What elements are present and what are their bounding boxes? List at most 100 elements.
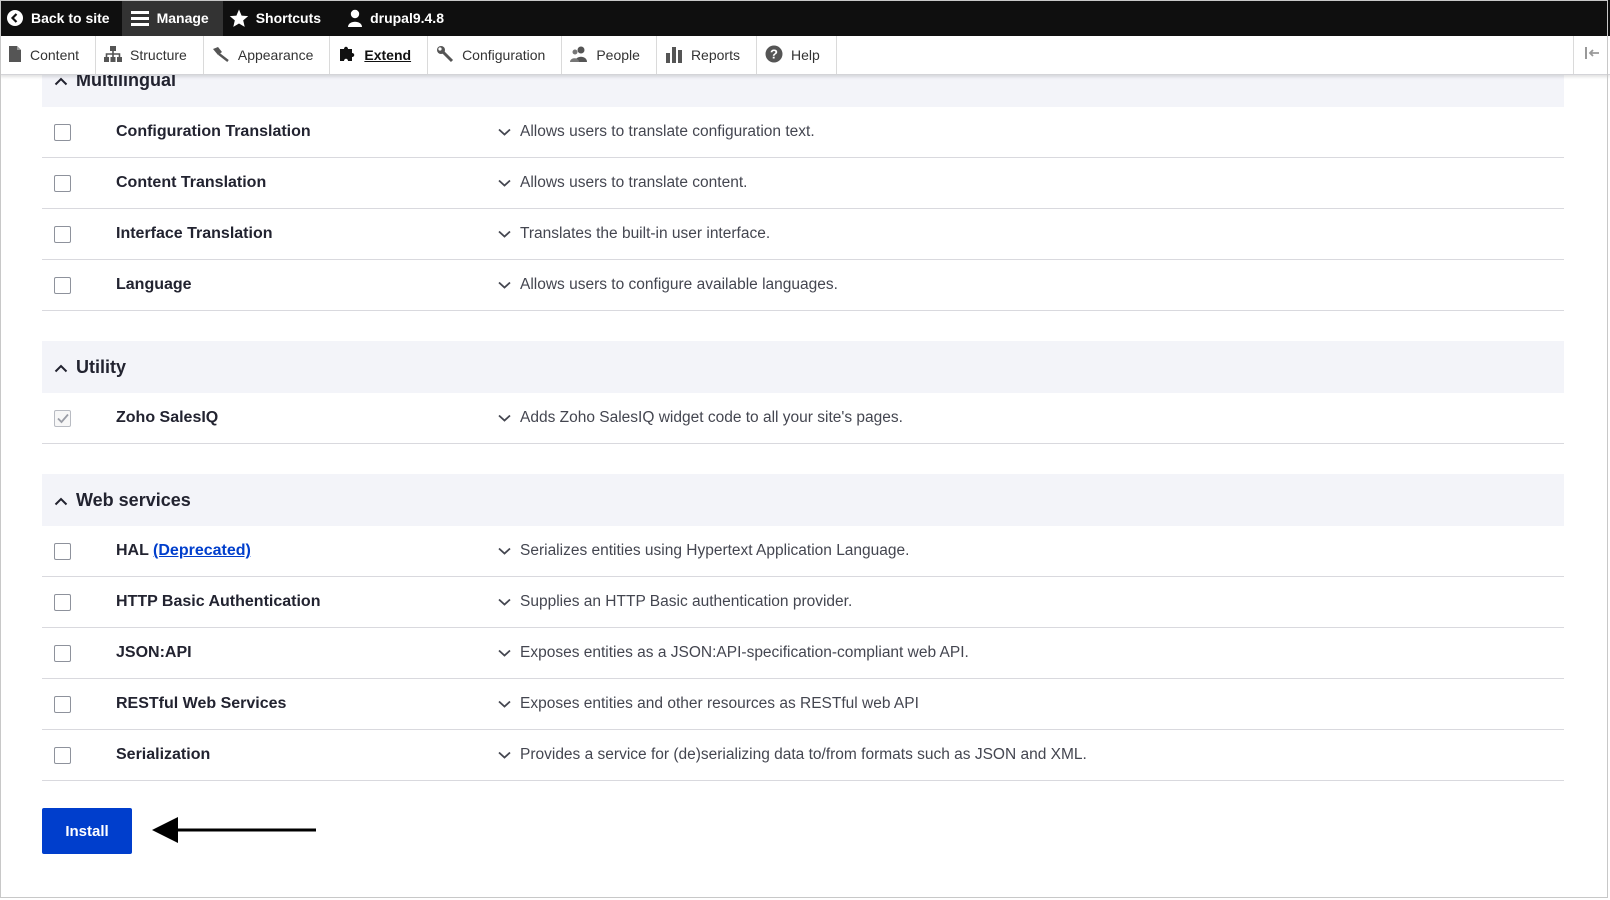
module-name: HAL (Deprecated) bbox=[116, 542, 251, 560]
install-button[interactable]: Install bbox=[42, 808, 132, 854]
module-description-toggle[interactable]: Translates the built-in user interface. bbox=[498, 225, 770, 243]
user-icon bbox=[347, 9, 363, 27]
module-name: Content Translation bbox=[116, 174, 267, 191]
wrench-icon bbox=[436, 45, 454, 66]
module-checkbox[interactable] bbox=[54, 123, 71, 141]
module-description: Provides a service for (de)serializing d… bbox=[520, 746, 1087, 763]
tray-item-label: Structure bbox=[130, 47, 187, 63]
chevron-up-icon bbox=[54, 357, 68, 378]
manage-label: Manage bbox=[156, 10, 209, 26]
tray-item-content[interactable]: Content bbox=[0, 36, 97, 74]
module-name: Configuration Translation bbox=[116, 123, 311, 140]
module-description: Exposes entities and other resources as … bbox=[520, 695, 919, 712]
bar-chart-icon bbox=[665, 45, 683, 66]
module-checkbox-checked[interactable] bbox=[54, 409, 71, 427]
module-description-toggle[interactable]: Exposes entities as a JSON:API-specifica… bbox=[498, 644, 969, 662]
file-icon bbox=[8, 45, 22, 65]
group-header-utility[interactable]: Utility bbox=[42, 341, 1564, 393]
module-list: Multilingual Configuration Translation A… bbox=[42, 70, 1564, 781]
module-row: Language Allows users to configure avail… bbox=[42, 260, 1564, 311]
sitemap-icon bbox=[104, 45, 123, 65]
svg-text:?: ? bbox=[770, 46, 778, 61]
chevron-down-icon bbox=[498, 276, 511, 294]
hamburger-icon bbox=[130, 9, 150, 27]
module-description-toggle[interactable]: Supplies an HTTP Basic authentication pr… bbox=[498, 593, 852, 611]
module-checkbox[interactable] bbox=[54, 695, 71, 713]
module-description-toggle[interactable]: Allows users to translate content. bbox=[498, 174, 747, 192]
module-description-toggle[interactable]: Allows users to translate configuration … bbox=[498, 123, 815, 141]
puzzle-icon bbox=[338, 45, 356, 66]
group-title: Web services bbox=[76, 489, 191, 510]
module-checkbox[interactable] bbox=[54, 644, 71, 662]
tray-item-label: Extend bbox=[364, 47, 412, 63]
user-tab[interactable]: drupal9.4.8 bbox=[333, 0, 456, 36]
user-label: drupal9.4.8 bbox=[370, 10, 444, 26]
people-icon bbox=[570, 45, 588, 66]
tray-item-appearance[interactable]: Appearance bbox=[204, 36, 331, 74]
module-description-toggle[interactable]: Allows users to configure available lang… bbox=[498, 276, 838, 294]
module-checkbox[interactable] bbox=[54, 174, 71, 192]
chevron-down-icon bbox=[498, 695, 511, 713]
module-row: Zoho SalesIQ Adds Zoho SalesIQ widget co… bbox=[42, 393, 1564, 444]
tray-item-help[interactable]: ? Help bbox=[757, 36, 837, 74]
deprecated-link[interactable]: (Deprecated) bbox=[153, 542, 251, 559]
module-description-toggle[interactable]: Exposes entities and other resources as … bbox=[498, 695, 919, 713]
module-row: HAL (Deprecated) Serializes entities usi… bbox=[42, 526, 1564, 577]
module-row: JSON:API Exposes entities as a JSON:API-… bbox=[42, 628, 1564, 679]
tray-item-label: Configuration bbox=[462, 47, 546, 63]
chevron-down-icon bbox=[498, 174, 511, 192]
chevron-down-icon bbox=[498, 409, 511, 427]
tray-item-extend[interactable]: Extend bbox=[330, 36, 429, 74]
group-title: Utility bbox=[76, 356, 127, 377]
manage-tab[interactable]: Manage bbox=[121, 0, 223, 36]
module-row: Configuration Translation Allows users t… bbox=[42, 107, 1564, 158]
chevron-down-icon bbox=[498, 593, 511, 611]
module-checkbox[interactable] bbox=[54, 746, 71, 764]
module-checkbox[interactable] bbox=[54, 542, 71, 560]
group-header-multilingual[interactable]: Multilingual bbox=[42, 70, 1564, 107]
chevron-down-icon bbox=[498, 123, 511, 141]
module-row: Interface Translation Translates the bui… bbox=[42, 209, 1564, 260]
chevron-up-icon bbox=[54, 490, 68, 511]
module-description-toggle[interactable]: Provides a service for (de)serializing d… bbox=[498, 746, 1087, 764]
chevron-down-icon bbox=[498, 225, 511, 243]
tray-item-label: People bbox=[596, 47, 640, 63]
module-description: Adds Zoho SalesIQ widget code to all you… bbox=[520, 409, 903, 426]
shortcuts-label: Shortcuts bbox=[255, 10, 322, 26]
module-name: Serialization bbox=[116, 746, 211, 763]
module-name: Zoho SalesIQ bbox=[116, 409, 219, 426]
module-name-text: HAL bbox=[116, 542, 149, 559]
tray-orientation-toggle[interactable] bbox=[1573, 36, 1610, 74]
module-description: Allows users to translate content. bbox=[520, 174, 748, 191]
module-description: Serializes entities using Hypertext Appl… bbox=[520, 542, 910, 559]
group-header-web-services[interactable]: Web services bbox=[42, 474, 1564, 526]
module-checkbox[interactable] bbox=[54, 593, 71, 611]
module-description: Allows users to configure available lang… bbox=[520, 276, 838, 293]
checkmark-icon bbox=[57, 413, 69, 423]
chevron-down-icon bbox=[498, 746, 511, 764]
module-description: Exposes entities as a JSON:API-specifica… bbox=[520, 644, 969, 661]
admin-toolbar: Back to site Manage Shortcuts drupal9.4.… bbox=[0, 0, 1610, 36]
module-description-toggle[interactable]: Serializes entities using Hypertext Appl… bbox=[498, 542, 909, 560]
shortcuts-tab[interactable]: Shortcuts bbox=[223, 0, 333, 36]
paintbrush-icon bbox=[212, 46, 230, 65]
tray-item-people[interactable]: People bbox=[562, 36, 657, 74]
tray-item-label: Reports bbox=[690, 47, 740, 63]
tray-item-configuration[interactable]: Configuration bbox=[428, 36, 563, 74]
module-name: Interface Translation bbox=[116, 225, 273, 242]
module-checkbox[interactable] bbox=[54, 276, 71, 294]
module-row: RESTful Web Services Exposes entities an… bbox=[42, 679, 1564, 730]
module-description: Supplies an HTTP Basic authentication pr… bbox=[520, 593, 853, 610]
module-name: Language bbox=[116, 276, 192, 293]
back-to-site-link[interactable]: Back to site bbox=[0, 0, 122, 36]
module-row: Serialization Provides a service for (de… bbox=[42, 730, 1564, 781]
module-description: Allows users to translate configuration … bbox=[520, 123, 815, 140]
tray-item-structure[interactable]: Structure bbox=[96, 36, 204, 74]
module-checkbox[interactable] bbox=[54, 225, 71, 243]
module-description-toggle[interactable]: Adds Zoho SalesIQ widget code to all you… bbox=[498, 409, 903, 427]
toolbar-tray: Content Structure Appearance Extend Conf… bbox=[0, 36, 1610, 75]
tray-item-reports[interactable]: Reports bbox=[657, 36, 757, 74]
module-name: JSON:API bbox=[116, 644, 192, 661]
chevron-down-icon bbox=[498, 542, 511, 560]
